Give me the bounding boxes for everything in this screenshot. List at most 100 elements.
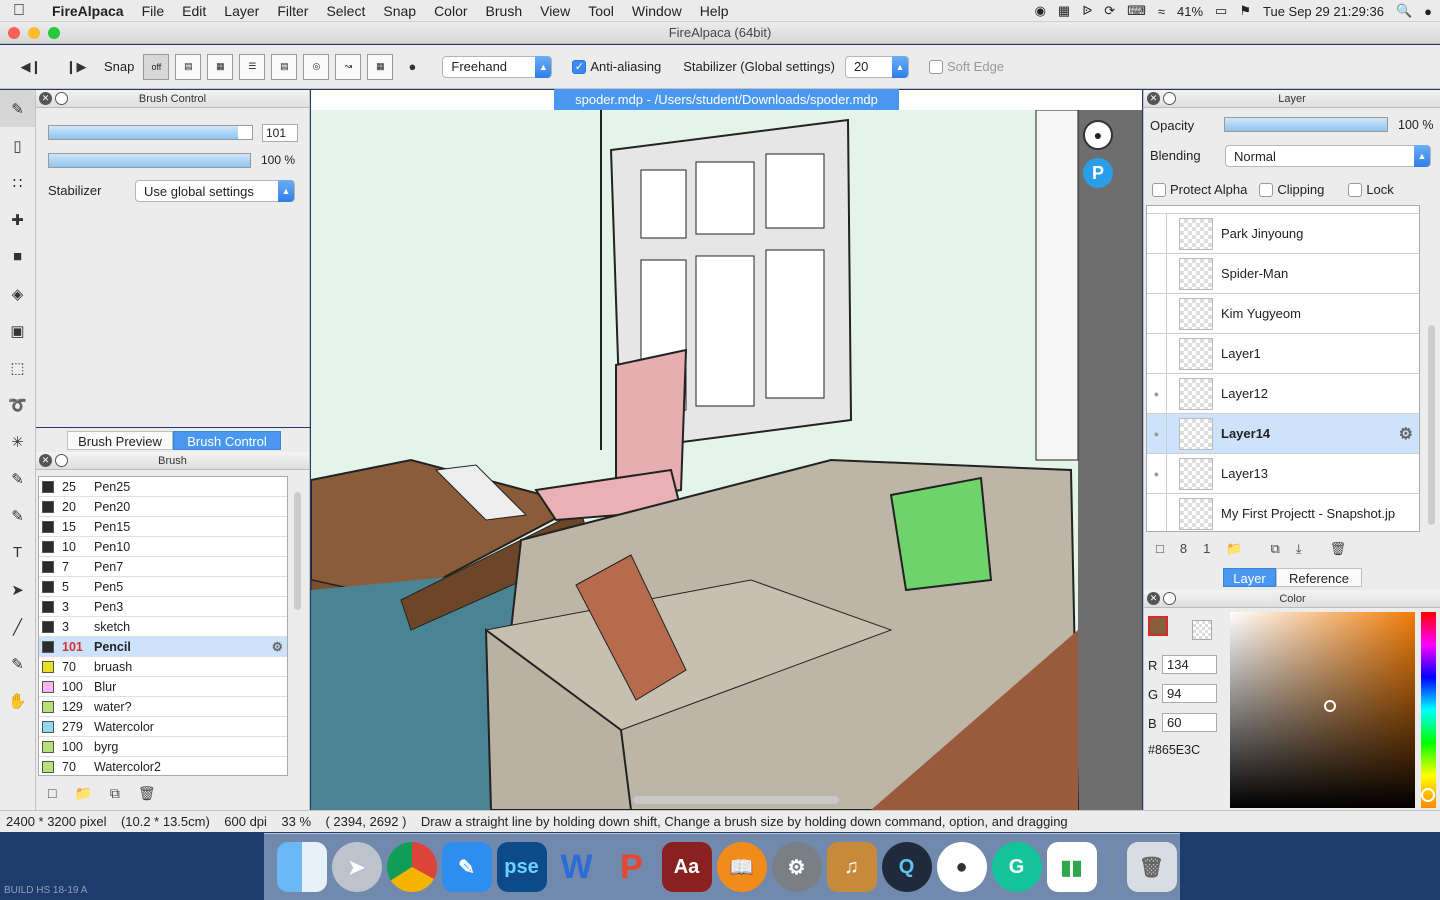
garageband-icon[interactable]: ♫	[826, 842, 877, 892]
gear-icon[interactable]: ⚙	[272, 639, 283, 654]
hue-cursor[interactable]	[1421, 788, 1435, 802]
layer-row[interactable]: Park Jinyoung	[1147, 213, 1419, 254]
numbers-icon[interactable]: ▮▮	[1046, 842, 1097, 892]
mode-select[interactable]: Freehand ▲	[442, 55, 553, 78]
tab-layer[interactable]: Layer	[1223, 568, 1276, 587]
brush-list-item[interactable]: 279 Watercolor	[39, 717, 287, 737]
gear-icon[interactable]: ⚙	[1399, 424, 1413, 444]
canvas-area[interactable]: ● P	[311, 90, 1142, 810]
zoom-window-button[interactable]	[48, 27, 60, 39]
display-icon[interactable]: ▦	[1058, 3, 1070, 19]
finder-icon[interactable]	[276, 842, 327, 892]
menu-snap[interactable]: Snap	[374, 3, 425, 19]
select-tool-icon[interactable]: ⬚	[0, 349, 35, 386]
operation-tool-icon[interactable]: ➤	[0, 571, 35, 608]
powerpoint-icon[interactable]: P	[607, 842, 657, 892]
layer-row[interactable]: Kim Yugyeom	[1147, 293, 1419, 334]
brush-list-item[interactable]: 70 bruash	[39, 657, 287, 677]
brush-list-item[interactable]: 20 Pen20	[39, 497, 287, 517]
minimize-window-button[interactable]	[28, 27, 40, 39]
snap-curve-icon[interactable]: ↝	[335, 53, 362, 80]
clock[interactable]: Tue Sep 29 21:29:36	[1263, 4, 1384, 19]
lock-checkbox[interactable]	[1348, 182, 1363, 197]
layer-row[interactable]: ● Layer12	[1147, 373, 1419, 414]
layer-row[interactable]: ● Layer14 ⚙	[1147, 413, 1419, 454]
new-layer-icon[interactable]: □	[1156, 541, 1164, 557]
menu-layer[interactable]: Layer	[215, 3, 268, 19]
canvas-illustration[interactable]	[311, 110, 1142, 810]
dictionary-icon[interactable]: Aa	[661, 842, 712, 892]
magic-wand-tool-icon[interactable]: ✳	[0, 423, 35, 460]
bucket-tool-icon[interactable]: ◈	[0, 275, 35, 312]
spotlight-search-icon[interactable]: 🔍	[1396, 3, 1412, 19]
menu-file[interactable]: File	[133, 3, 174, 19]
layer-opacity-slider[interactable]	[1224, 117, 1388, 132]
b-field[interactable]: 60	[1162, 713, 1217, 732]
duplicate-layer-icon[interactable]: ⧉	[1271, 541, 1280, 557]
text-tool-icon[interactable]: T	[0, 534, 35, 571]
move-tool-icon[interactable]: ✚	[0, 201, 35, 238]
layer-visibility-toggle[interactable]	[1147, 213, 1167, 254]
new-8bit-layer-icon[interactable]: 8	[1180, 541, 1187, 557]
layer-visibility-toggle[interactable]: ●	[1147, 413, 1167, 454]
siri-icon[interactable]: ●	[1424, 4, 1432, 19]
new-brush-icon[interactable]: □	[48, 785, 56, 802]
hue-slider[interactable]	[1421, 612, 1436, 808]
battery-percent[interactable]: 41%	[1177, 4, 1203, 19]
detach-icon[interactable]	[55, 454, 68, 467]
apple-icon[interactable]: 	[0, 2, 38, 20]
snap-grid-icon[interactable]: ▦	[207, 53, 234, 80]
menu-tool[interactable]: Tool	[579, 3, 623, 19]
tab-brush-preview[interactable]: Brush Preview	[67, 431, 173, 450]
brush-list-item[interactable]: 7 Pen7	[39, 557, 287, 577]
chrome-icon[interactable]	[386, 842, 437, 892]
merge-down-icon[interactable]: ⤓	[1296, 541, 1302, 557]
close-icon[interactable]: ✕	[1147, 592, 1160, 605]
photoshop-elements-icon[interactable]: pse	[496, 842, 547, 892]
tab-brush-control[interactable]: Brush Control	[173, 431, 281, 450]
snap-settings-dot-icon[interactable]: ●	[399, 54, 425, 80]
brush-size-field[interactable]: 101	[262, 124, 298, 142]
brush-list-item[interactable]: 100 byrg	[39, 737, 287, 757]
folder-icon[interactable]: 📁	[74, 785, 91, 802]
brush-list-item[interactable]: 100 Blur	[39, 677, 287, 697]
layer-visibility-toggle[interactable]	[1147, 253, 1167, 294]
brush-list-item[interactable]: 70 Watercolor2	[39, 757, 287, 775]
layer-visibility-toggle[interactable]: ●	[1147, 373, 1167, 414]
menu-filter[interactable]: Filter	[268, 3, 317, 19]
eraser-tool-icon[interactable]: ▯	[0, 127, 35, 164]
brush-list-item[interactable]: 3 Pen3	[39, 597, 287, 617]
delete-brush-icon[interactable]: 🗑	[138, 785, 156, 802]
menu-brush[interactable]: Brush	[477, 3, 532, 19]
brush-list-scrollbar[interactable]	[294, 492, 301, 610]
color-picker-cursor[interactable]	[1324, 700, 1336, 712]
brush-list-item[interactable]: 3 sketch	[39, 617, 287, 637]
system-preferences-icon[interactable]: ⚙	[771, 842, 822, 892]
brush-list-item[interactable]: 5 Pen5	[39, 577, 287, 597]
word-icon[interactable]: W	[552, 842, 602, 892]
lasso-tool-icon[interactable]: ➰	[0, 386, 35, 423]
wifi-icon[interactable]: ≈	[1158, 4, 1165, 19]
primary-color-swatch[interactable]	[1148, 616, 1168, 636]
close-icon[interactable]: ✕	[39, 92, 52, 105]
g-field[interactable]: 94	[1162, 684, 1217, 703]
sync-icon[interactable]: ⟳	[1104, 3, 1115, 19]
alpaca-icon[interactable]: ●	[1083, 120, 1113, 150]
launchpad-icon[interactable]: ➤	[331, 842, 382, 892]
menu-view[interactable]: View	[531, 3, 579, 19]
folder-icon[interactable]: 📁	[1226, 541, 1242, 557]
canvas-horizontal-scrollbar[interactable]	[633, 796, 839, 804]
layer-row[interactable]: ● Layer13	[1147, 453, 1419, 494]
brush-size-slider[interactable]	[48, 125, 253, 140]
snap-parallel-icon[interactable]: ▤	[175, 53, 202, 80]
layer-row[interactable]: My First Projectt - Snapshot.jp	[1147, 493, 1419, 531]
stabilizer-select[interactable]: 20 ▲	[844, 55, 909, 78]
flag-icon[interactable]: ⚑	[1239, 3, 1251, 19]
snap-diagonal-icon[interactable]: ▤	[271, 53, 298, 80]
hex-value[interactable]: #865E3C	[1148, 743, 1200, 757]
pen-tool-icon[interactable]: ✎	[0, 90, 35, 127]
brush-list-item[interactable]: 101 Pencil ⚙	[39, 637, 287, 657]
layer-row[interactable]: Layer1	[1147, 333, 1419, 374]
snap-circle-icon[interactable]: ◎	[303, 53, 330, 80]
trash-icon[interactable]: 🗑	[1126, 842, 1177, 892]
